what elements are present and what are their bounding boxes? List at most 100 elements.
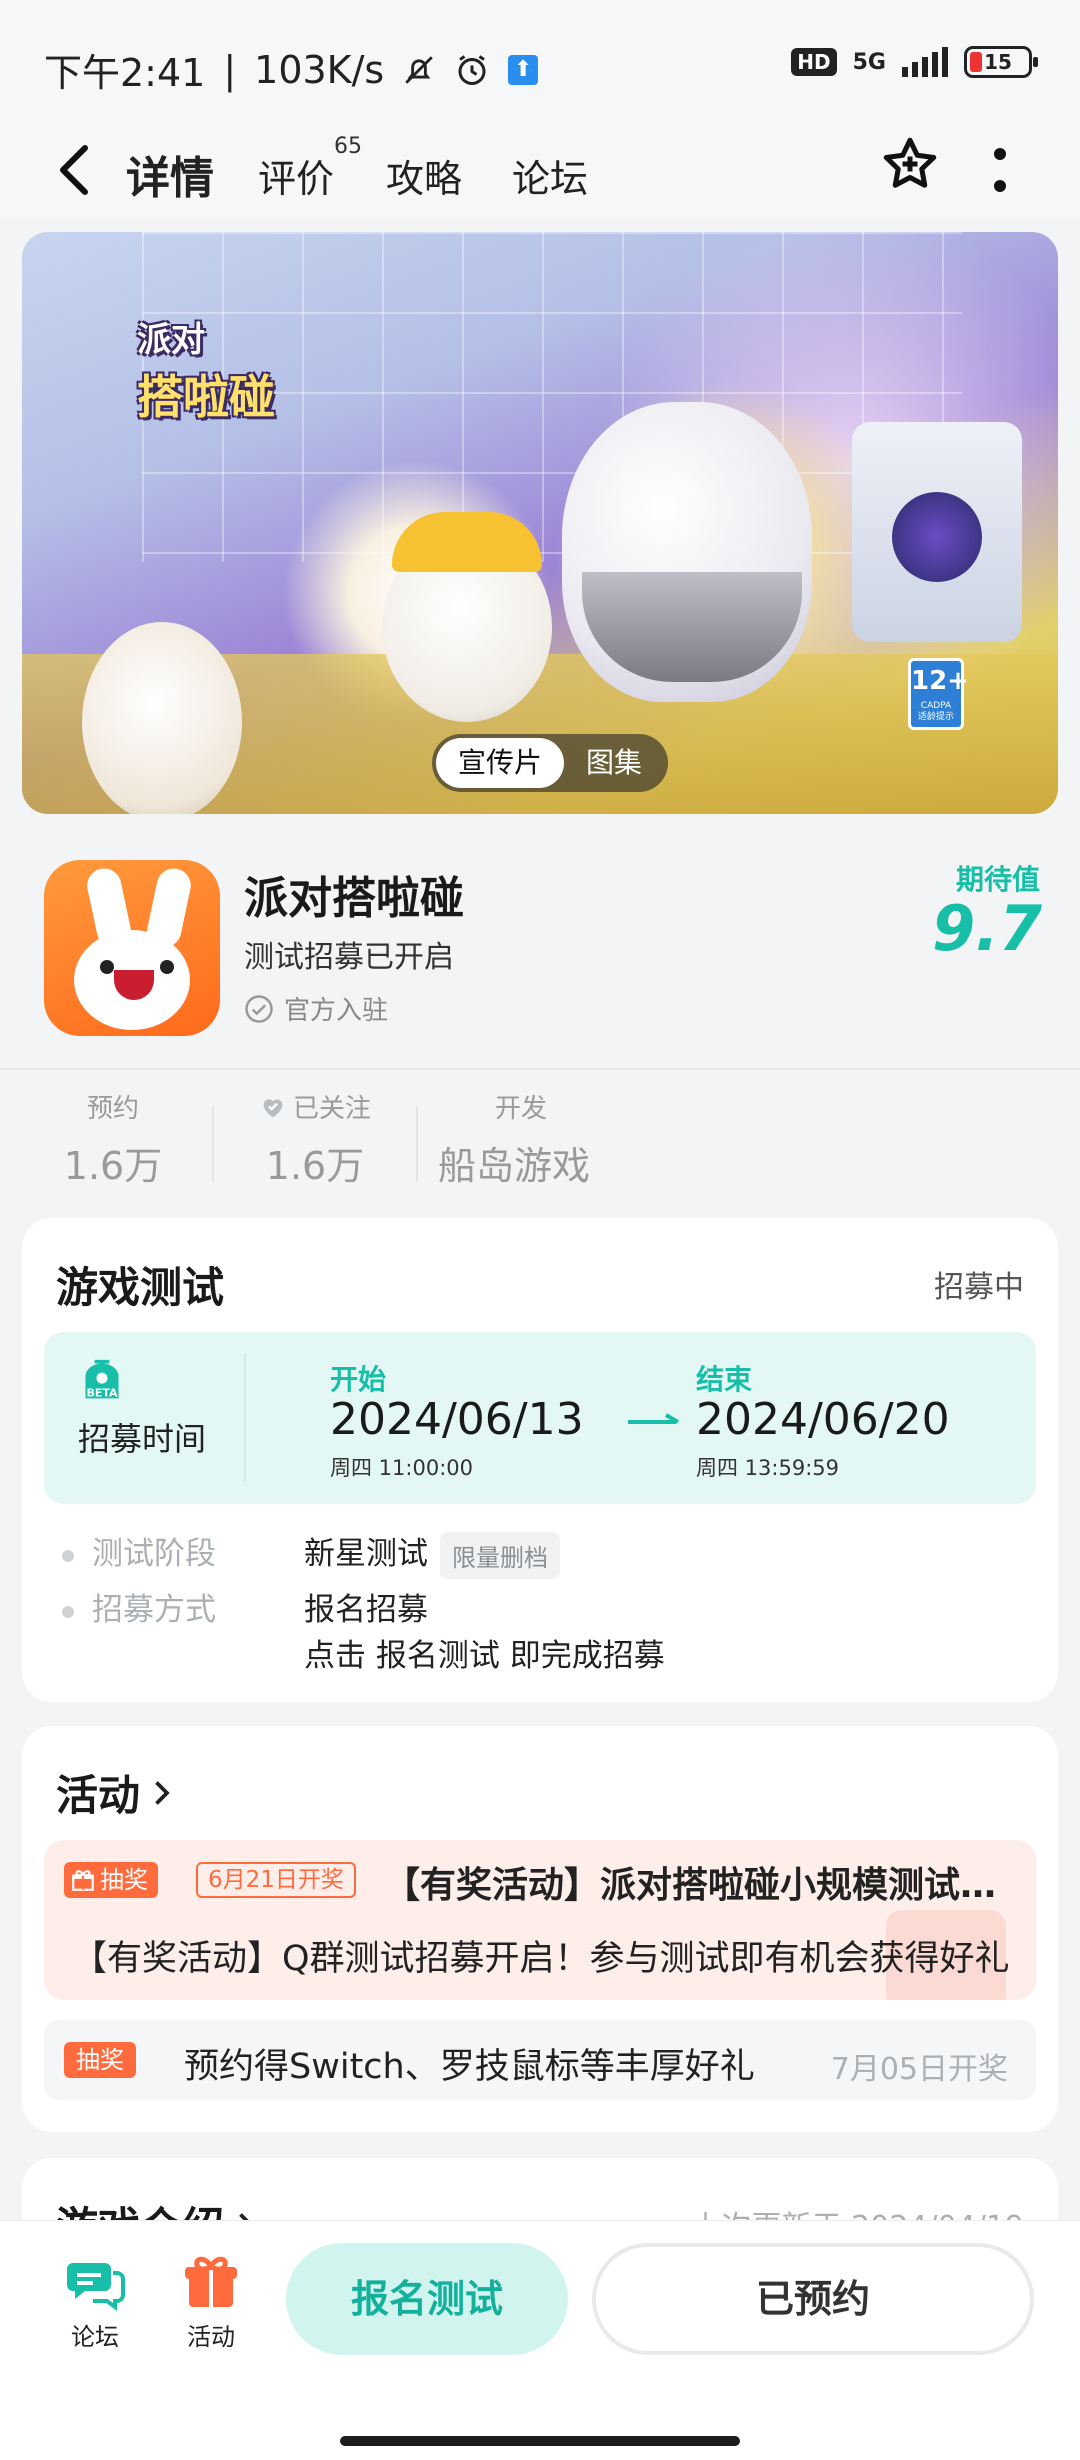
banner-washing-machine (852, 422, 1022, 642)
recruit-method-row: 招募方式 (62, 1584, 216, 1629)
bottom-activity-button[interactable]: 活动 (166, 2251, 256, 2352)
test-phase-row: 测试阶段 (62, 1528, 216, 1573)
method-detail-prefix: 点击 (304, 1638, 366, 1674)
method-detail-action: 报名测试 (375, 1638, 500, 1674)
stat-followers-label: 已关注 (292, 1094, 371, 1124)
end-time: 周四 13:59:59 (696, 1456, 839, 1480)
status-bar: 下午2:41 | 103K/s ⬆ HD 5G 15 (0, 0, 1080, 120)
stat-separator (212, 1106, 214, 1182)
recruit-time-label: 招募时间 (78, 1420, 207, 1458)
recruit-method-key: 招募方式 (92, 1592, 216, 1628)
activity-main-title: 【有奖活动】派对搭啦碰小规模测试招募 (384, 1865, 1024, 1906)
activity-header[interactable]: 活动 (56, 1762, 172, 1823)
stat-followers[interactable]: 已关注 1.6万 (240, 1088, 390, 1190)
lottery-tag: 抽奖 (64, 2042, 136, 2078)
activity-secondary-item[interactable]: 抽奖 预约得Switch、罗技鼠标等丰厚好礼 7月05日开奖 (44, 2020, 1036, 2100)
chevron-right-icon (155, 1780, 170, 1805)
start-time: 周四 11:00:00 (330, 1456, 473, 1480)
draw-date-tag: 6月21日开奖 (196, 1862, 356, 1898)
media-tab-video[interactable]: 宣传片 (436, 738, 565, 788)
stat-followers-value: 1.6万 (265, 1144, 365, 1188)
test-phase-value-wrap: 新星测试 限量删档 (304, 1528, 560, 1579)
bullet-dot (62, 1549, 74, 1562)
start-label: 开始 (330, 1363, 387, 1396)
official-label: 官方入驻 (284, 996, 389, 1026)
arrow-right-icon (628, 1413, 680, 1424)
activity-card: 活动 抽奖 6月21日开奖 【有奖活动】派对搭啦碰小规模测试招募 【有奖活动】Q… (22, 1726, 1058, 2132)
activity-title: 活动 (56, 1771, 141, 1820)
lottery-tag-label: 抽奖 (76, 2046, 124, 2074)
stat-reservations: 预约 1.6万 (58, 1088, 168, 1190)
battery-icon: 15 (964, 46, 1038, 78)
test-phase-tag: 限量删档 (440, 1532, 560, 1579)
media-banner[interactable]: 派对 搭啦碰 12+ CADPA 适龄提示 宣传片 图集 (22, 232, 1058, 814)
bottom-forum-button[interactable]: 论坛 (50, 2251, 140, 2352)
bottom-forum-label: 论坛 (71, 2323, 119, 2351)
tab-reviews[interactable]: 评价 65 (258, 134, 362, 203)
game-test-title: 游戏测试 (56, 1263, 225, 1312)
signup-test-button[interactable]: 报名测试 (286, 2243, 568, 2355)
recruit-status: 招募中 (934, 1270, 1024, 1305)
lottery-tag-label: 抽奖 (100, 1866, 148, 1894)
game-test-card: 游戏测试 招募中 BETA 招募时间 开始 2024/06/13 周四 11:0… (22, 1218, 1058, 1702)
recruit-time-box: BETA 招募时间 开始 2024/06/13 周四 11:00:00 结束 2… (44, 1332, 1036, 1504)
reserved-button[interactable]: 已预约 (592, 2243, 1034, 2355)
end-date: 2024/06/20 (696, 1394, 950, 1445)
bullet-dot (62, 1605, 74, 1618)
home-indicator[interactable] (340, 2436, 740, 2446)
status-time: 下午2:41 (44, 51, 206, 95)
forum-chat-icon (67, 2263, 125, 2311)
start-date: 2024/06/13 (330, 1394, 584, 1445)
section-divider (0, 1068, 1080, 1070)
age-tip: 适龄提示 (917, 712, 954, 722)
recruit-method-detail: 点击 报名测试 即完成招募 (304, 1630, 665, 1675)
tab-guides[interactable]: 攻略 (386, 148, 462, 203)
method-detail-suffix: 即完成招募 (509, 1638, 665, 1674)
test-phase-key: 测试阶段 (92, 1536, 216, 1572)
top-nav: 详情 评价 65 攻略 论坛 (0, 120, 1080, 220)
stat-developer-label: 开发 (494, 1094, 547, 1124)
more-options-icon[interactable] (990, 142, 1010, 198)
gift-box-icon (185, 2256, 237, 2307)
bottom-action-bar: 论坛 活动 报名测试 已预约 (0, 2220, 1080, 2460)
hd-badge: HD (791, 48, 837, 76)
tab-details[interactable]: 详情 (122, 142, 214, 206)
app-name: 派对搭啦碰 (244, 873, 464, 924)
favorite-star-icon[interactable] (880, 134, 940, 194)
tab-forum[interactable]: 论坛 (512, 148, 588, 203)
end-label: 结束 (696, 1363, 753, 1396)
heart-check-icon (263, 1098, 283, 1117)
battery-level: 15 (984, 50, 1012, 74)
back-arrow-icon[interactable] (52, 142, 102, 198)
banner-hard-hat (392, 512, 542, 572)
gift-icon (72, 1870, 94, 1891)
media-toggle: 宣传片 图集 (432, 734, 669, 792)
stat-followers-label-wrap: 已关注 (240, 1088, 390, 1125)
stat-developer[interactable]: 开发 船岛游戏 (438, 1088, 604, 1190)
expectation-value: 9.7 (932, 892, 1042, 965)
tab-guides-label: 攻略 (386, 157, 463, 201)
alarm-icon (458, 54, 486, 85)
bell-muted-icon (405, 55, 433, 84)
status-left: 下午2:41 | 103K/s ⬆ (44, 42, 539, 97)
game-logo: 派对 搭啦碰 (137, 312, 312, 424)
activity-main-item[interactable]: 抽奖 6月21日开奖 【有奖活动】派对搭啦碰小规模测试招募 【有奖活动】Q群测试… (44, 1840, 1036, 2000)
status-speed: 103K/s (254, 47, 385, 92)
app-info: 派对搭啦碰 测试招募已开启 官方入驻 期待值 9.7 (0, 840, 1080, 1070)
banner-character-left (82, 622, 242, 814)
tab-forum-label: 论坛 (512, 157, 589, 201)
upload-icon: ⬆ (508, 54, 539, 85)
svg-text:BETA: BETA (86, 1387, 118, 1400)
app-subtitle: 测试招募已开启 (244, 940, 454, 975)
lottery-tag: 抽奖 (64, 1862, 158, 1898)
status-divider: | (223, 47, 237, 92)
media-tab-gallery[interactable]: 图集 (564, 738, 664, 788)
activity-secondary-title: 预约得Switch、罗技鼠标等丰厚好礼 (184, 2047, 755, 2087)
stat-reservations-label: 预约 (86, 1094, 139, 1124)
network-label: 5G (852, 49, 886, 75)
age-org: CADPA (920, 701, 952, 711)
official-badge: 官方入驻 (244, 990, 388, 1027)
stat-reservations-value: 1.6万 (63, 1144, 163, 1188)
stat-separator (416, 1106, 418, 1182)
check-circle-icon (245, 994, 273, 1023)
